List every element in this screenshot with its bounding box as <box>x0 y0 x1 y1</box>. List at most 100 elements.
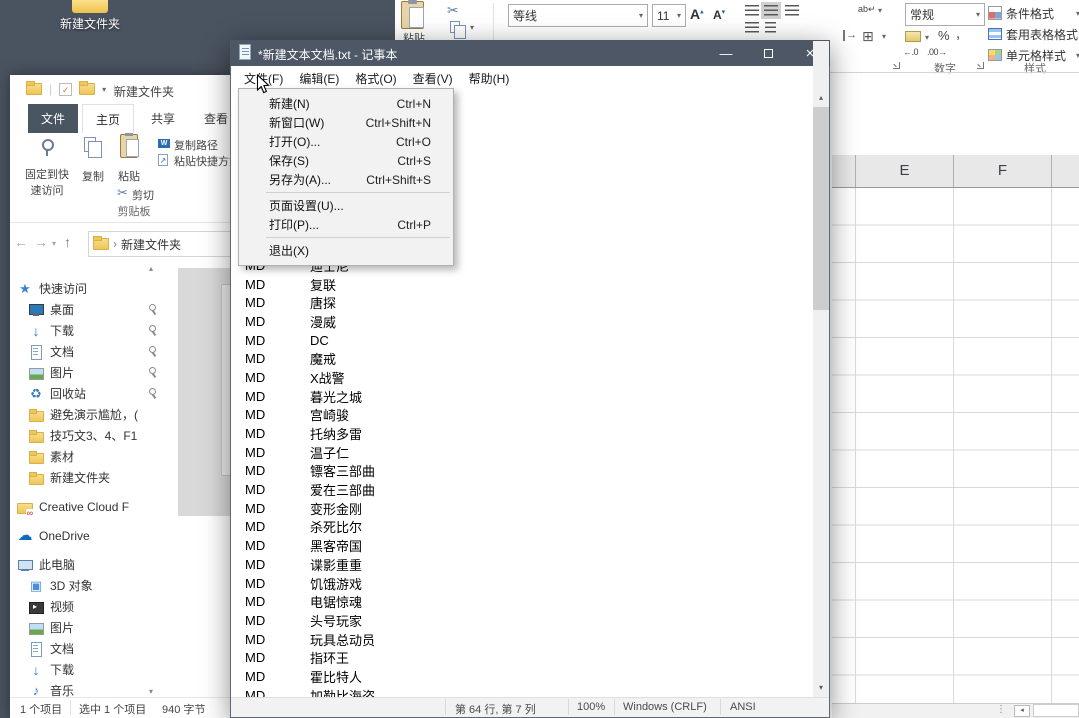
excel-indent-icon[interactable]: → <box>843 30 857 41</box>
menu-item[interactable]: 查看(V) <box>405 66 461 90</box>
sidebar-item[interactable]: 快速访问 <box>12 278 162 299</box>
excel-number-dialog-launcher-icon[interactable] <box>977 62 984 69</box>
cut-icon[interactable]: ✂ <box>117 185 128 201</box>
menu-option[interactable]: 新窗口(W) Ctrl+Shift+N <box>239 113 453 132</box>
sidebar-item[interactable]: 避免演示尴尬，( <box>12 404 162 425</box>
menu-option[interactable]: 页面设置(U)... <box>239 196 453 215</box>
address-bar[interactable]: › 新建文件夹 <box>88 231 232 257</box>
excel-sheet-grid[interactable] <box>832 188 1079 703</box>
excel-wrap-text-icon[interactable]: ab↵ <box>858 4 876 15</box>
excel-decrease-font-icon[interactable]: A▾ <box>713 8 725 22</box>
nav-up-icon[interactable]: ↑ <box>64 234 71 250</box>
paste-icon[interactable] <box>120 134 138 158</box>
new-folder-icon[interactable] <box>79 83 95 95</box>
sidebar-item[interactable]: 下载 <box>12 659 162 680</box>
menu-option[interactable] <box>239 189 453 196</box>
menu-item[interactable]: 帮助(H) <box>461 66 518 90</box>
chevron-down-icon[interactable]: ▾ <box>102 85 106 94</box>
excel-horizontal-scrollbar[interactable] <box>1033 704 1079 717</box>
excel-increase-decimal-icon[interactable]: ←.0 <box>903 47 918 57</box>
menu-item[interactable]: 格式(O) <box>347 66 404 90</box>
maximize-button[interactable] <box>748 40 788 66</box>
menu-option[interactable]: 另存为(A)... Ctrl+Shift+S <box>239 170 453 189</box>
excel-align-top-icon[interactable] <box>745 5 759 16</box>
cut-label[interactable]: 剪切 <box>132 187 162 203</box>
excel-font-size-select[interactable]: 11▾ <box>652 4 686 27</box>
chevron-down-icon[interactable]: ▾ <box>878 6 882 15</box>
properties-check-icon[interactable]: ✓ <box>59 83 72 96</box>
excel-format-as-table-button[interactable]: 套用表格格式 <box>988 24 1079 44</box>
sidebar-item[interactable]: 下载 <box>12 320 162 341</box>
excel-percent-style-icon[interactable]: % <box>938 28 950 43</box>
nav-history-chevron-icon[interactable]: ▾ <box>52 239 56 248</box>
nav-forward-icon[interactable]: → <box>34 234 48 250</box>
sidebar-item[interactable]: 文档 <box>12 341 162 362</box>
sidebar-item[interactable]: 回收站 <box>12 383 162 404</box>
chevron-down-icon[interactable]: ▾ <box>882 32 886 41</box>
excel-number-format-select[interactable]: 常规▾ <box>905 3 985 26</box>
excel-align-left-icon[interactable] <box>745 22 759 33</box>
excel-align-middle-icon[interactable] <box>764 5 778 16</box>
excel-increase-font-icon[interactable]: A▴ <box>690 6 704 22</box>
menu-option[interactable]: 退出(X) <box>239 241 453 260</box>
copy-icon[interactable] <box>84 137 96 152</box>
chevron-down-icon[interactable]: ▾ <box>639 11 643 20</box>
excel-accounting-format-icon[interactable] <box>905 31 921 42</box>
sidebar-item[interactable]: 图片 <box>12 362 162 383</box>
explorer-tab-share[interactable]: 共享 <box>138 104 188 133</box>
copy-path-label[interactable]: 复制路径 <box>174 137 234 153</box>
pin-to-quick-access-label[interactable]: 固定到快速访问 <box>20 166 74 198</box>
explorer-tab-home[interactable]: 主页 <box>82 104 134 133</box>
sidebar-scroll-down-icon[interactable]: ▾ <box>149 687 153 696</box>
excel-sheet-tab-grip-icon[interactable]: ⋮ <box>996 704 1006 715</box>
sidebar-scroll-up-icon[interactable]: ▴ <box>149 264 153 273</box>
excel-copy-icon[interactable] <box>450 21 460 33</box>
breadcrumb[interactable]: 新建文件夹 <box>121 236 181 253</box>
excel-decrease-decimal-icon[interactable]: .00→ <box>927 47 947 57</box>
menu-option[interactable] <box>239 234 453 241</box>
copy-label[interactable]: 复制 <box>76 168 110 184</box>
menu-option[interactable]: 新建(N) Ctrl+N <box>239 94 453 113</box>
copy-path-icon[interactable]: W <box>158 139 170 148</box>
excel-orientation-icon[interactable] <box>765 22 776 33</box>
sidebar-item[interactable]: 素材 <box>12 446 162 467</box>
excel-column-header-f[interactable]: F <box>953 155 1051 187</box>
menu-option[interactable]: 保存(S) Ctrl+S <box>239 151 453 170</box>
notepad-text-area[interactable]: MD 迪士尼 MD 复联 MD 唐探 MD 漫威 MD DC <box>245 256 805 697</box>
scrollbar-thumb[interactable] <box>813 107 829 310</box>
paste-shortcut-label[interactable]: 粘贴快捷方式 <box>174 153 234 169</box>
chevron-down-icon[interactable]: ▾ <box>925 33 929 42</box>
menu-item[interactable]: 编辑(E) <box>291 66 347 90</box>
excel-alignment-dialog-launcher-icon[interactable] <box>893 62 900 69</box>
sidebar-item[interactable]: 此电脑 <box>12 554 162 575</box>
excel-column-header-e[interactable]: E <box>855 155 953 187</box>
sidebar-item[interactable]: 视频 <box>12 596 162 617</box>
sidebar-item[interactable]: 技巧文3、4、F1 <box>12 425 162 446</box>
paste-label[interactable]: 粘贴 <box>112 168 146 184</box>
explorer-tab-file[interactable]: 文件 <box>28 104 78 133</box>
excel-font-name-select[interactable]: 等线▾ <box>508 4 648 27</box>
sidebar-item[interactable]: 桌面 <box>12 299 162 320</box>
chevron-down-icon[interactable]: ▾ <box>677 11 681 20</box>
excel-column-header-partial[interactable] <box>1051 155 1079 187</box>
sidebar-item[interactable]: 图片 <box>12 617 162 638</box>
menu-option[interactable]: 打印(P)... Ctrl+P <box>239 215 453 234</box>
scroll-up-icon[interactable]: ▴ <box>813 90 829 106</box>
nav-back-icon[interactable]: ← <box>14 234 28 250</box>
excel-copy-caret-icon[interactable]: ▾ <box>470 23 474 32</box>
menu-option[interactable]: 打开(O)... Ctrl+O <box>239 132 453 151</box>
pin-to-quick-access-icon[interactable] <box>40 138 54 156</box>
desktop-folder-icon[interactable] <box>72 0 108 13</box>
sidebar-item[interactable]: 文档 <box>12 638 162 659</box>
sidebar-item[interactable]: Creative Cloud F <box>12 496 162 517</box>
paste-shortcut-icon[interactable]: ↗ <box>158 154 168 166</box>
sidebar-item[interactable]: OneDrive <box>12 525 162 546</box>
excel-merge-center-icon[interactable]: ⊞ <box>862 28 874 45</box>
excel-sheet-tab-scroll-left-icon[interactable]: ◂ <box>1014 705 1030 717</box>
chevron-down-icon[interactable]: ▾ <box>976 10 980 19</box>
sidebar-item[interactable]: 3D 对象 <box>12 575 162 596</box>
excel-paste-icon[interactable] <box>401 1 424 29</box>
scroll-down-icon[interactable]: ▾ <box>813 680 829 696</box>
excel-align-bottom-icon[interactable] <box>785 5 799 16</box>
excel-comma-style-icon[interactable]: , <box>956 25 960 42</box>
